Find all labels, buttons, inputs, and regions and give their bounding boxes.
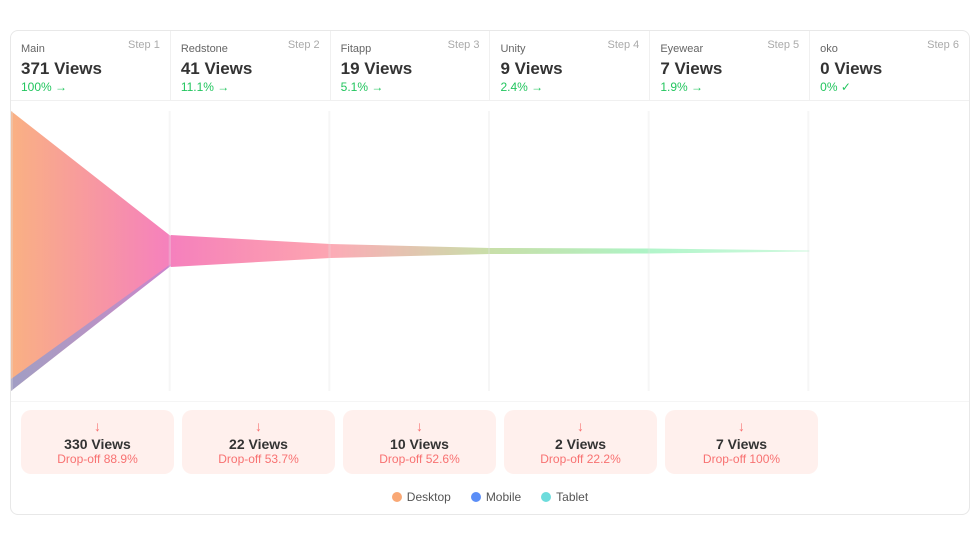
step-views-6: 0 Views: [820, 59, 959, 79]
step-name-2: Redstone Step 2: [181, 39, 320, 57]
dropoff-views-1: 330 Views: [31, 436, 164, 452]
dropoff-cell-1: ↓ 330 Views Drop-off 88.9%: [21, 410, 174, 474]
dropoff-pct-5: Drop-off 100%: [675, 452, 808, 466]
step-name-6: oko Step 6: [820, 39, 959, 57]
step-pct-5: 1.9% →: [660, 80, 799, 94]
step-col-2: Redstone Step 2 41 Views 11.1% →: [171, 31, 331, 100]
step-views-4: 9 Views: [500, 59, 639, 79]
dropoff-pct-2: Drop-off 53.7%: [192, 452, 325, 466]
dropoff-cell-empty: [826, 410, 959, 474]
legend-item-desktop: Desktop: [392, 490, 451, 504]
legend-dot-mobile: [471, 492, 481, 502]
dropoff-pct-4: Drop-off 22.2%: [514, 452, 647, 466]
step-col-3: Fitapp Step 3 19 Views 5.1% →: [331, 31, 491, 100]
step-col-1: Main Step 1 371 Views 100% →: [11, 31, 171, 100]
dropoff-cell-2: ↓ 22 Views Drop-off 53.7%: [182, 410, 335, 474]
dropoff-cell-4: ↓ 2 Views Drop-off 22.2%: [504, 410, 657, 474]
step-views-1: 371 Views: [21, 59, 160, 79]
legend-dot-tablet: [541, 492, 551, 502]
step-col-5: Eyewear Step 5 7 Views 1.9% →: [650, 31, 810, 100]
legend-dot-desktop: [392, 492, 402, 502]
dropoff-pct-3: Drop-off 52.6%: [353, 452, 486, 466]
dropoff-cell-5: ↓ 7 Views Drop-off 100%: [665, 410, 818, 474]
step-name-4: Unity Step 4: [500, 39, 639, 57]
step-pct-6: 0% ✓: [820, 80, 959, 94]
step-pct-2: 11.1% →: [181, 80, 320, 94]
step-pct-1: 100% →: [21, 80, 160, 94]
dropoff-views-2: 22 Views: [192, 436, 325, 452]
dropoff-arrow-3: ↓: [353, 418, 486, 434]
funnel-area: Main Step 1 371 Views 100% → Redstone St…: [11, 31, 969, 514]
dropoff-pct-1: Drop-off 88.9%: [31, 452, 164, 466]
step-views-3: 19 Views: [341, 59, 480, 79]
legend-label-tablet: Tablet: [556, 490, 588, 504]
funnel-visualization: [11, 101, 969, 401]
step-name-3: Fitapp Step 3: [341, 39, 480, 57]
legend-item-mobile: Mobile: [471, 490, 521, 504]
dropoff-arrow-1: ↓: [31, 418, 164, 434]
dropoff-views-5: 7 Views: [675, 436, 808, 452]
legend: Desktop Mobile Tablet: [11, 482, 969, 514]
dropoff-row: ↓ 330 Views Drop-off 88.9% ↓ 22 Views Dr…: [11, 401, 969, 482]
funnel-svg: [11, 101, 969, 401]
legend-item-tablet: Tablet: [541, 490, 588, 504]
step-views-5: 7 Views: [660, 59, 799, 79]
dropoff-arrow-2: ↓: [192, 418, 325, 434]
dropoff-cell-3: ↓ 10 Views Drop-off 52.6%: [343, 410, 496, 474]
legend-label-mobile: Mobile: [486, 490, 521, 504]
step-col-4: Unity Step 4 9 Views 2.4% →: [490, 31, 650, 100]
step-col-6: oko Step 6 0 Views 0% ✓: [810, 31, 969, 100]
legend-label-desktop: Desktop: [407, 490, 451, 504]
step-pct-3: 5.1% →: [341, 80, 480, 94]
dropoff-views-4: 2 Views: [514, 436, 647, 452]
dropoff-views-3: 10 Views: [353, 436, 486, 452]
step-name-1: Main Step 1: [21, 39, 160, 57]
step-pct-4: 2.4% →: [500, 80, 639, 94]
funnel-chart: Main Step 1 371 Views 100% → Redstone St…: [10, 30, 970, 515]
step-views-2: 41 Views: [181, 59, 320, 79]
dropoff-arrow-5: ↓: [675, 418, 808, 434]
steps-header: Main Step 1 371 Views 100% → Redstone St…: [11, 31, 969, 101]
dropoff-arrow-4: ↓: [514, 418, 647, 434]
step-name-5: Eyewear Step 5: [660, 39, 799, 57]
